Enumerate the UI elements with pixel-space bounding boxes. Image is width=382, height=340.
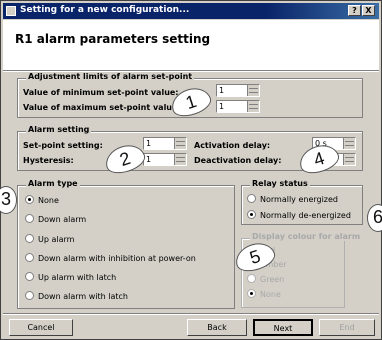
page-title: R1 alarm parameters setting [15,32,211,46]
end-button: End [319,319,375,336]
hysteresis-value: 1 [146,155,152,164]
callout-3: 3 [0,186,17,214]
spin-arrows-icon[interactable] [247,85,259,96]
min-setpoint-value: 1 [219,86,225,95]
help-button[interactable]: ? [348,5,361,16]
alarm-type-option-down[interactable]: Down alarm [25,214,86,224]
radio-icon[interactable] [25,234,34,243]
hysteresis-label: Hysteresis: [23,156,74,165]
spin-arrows-icon[interactable] [247,101,259,112]
app-icon [6,6,16,16]
alarm-setting-legend: Alarm setting [26,125,92,134]
radio-icon [247,274,256,283]
radio-icon[interactable] [247,194,256,203]
alarm-type-option-up-latch[interactable]: Up alarm with latch [25,272,116,282]
alarm-type-option-none[interactable]: None [25,195,59,205]
hysteresis-spinner[interactable]: 1 [143,153,187,166]
cancel-button[interactable]: Cancel [9,319,73,336]
alarm-type-option-up[interactable]: Up alarm [25,234,74,244]
relay-option-energized[interactable]: Normally energized [247,194,338,204]
setpoint-spinner[interactable]: 1 [143,137,187,150]
alarm-type-group: Alarm type None Down alarm Up alarm Down… [17,179,235,309]
radio-selected-icon[interactable] [25,195,34,204]
back-button[interactable]: Back [187,319,247,336]
next-button[interactable]: Next [253,319,313,336]
alarm-type-option-down-latch[interactable]: Down alarm with latch [25,291,128,301]
max-setpoint-spinner[interactable]: 1 [216,100,260,113]
relay-option-de-energized[interactable]: Normally de-energized [247,210,351,220]
min-setpoint-spinner[interactable]: 1 [216,84,260,97]
colour-option-green: Green [247,274,284,284]
spin-arrows-icon[interactable] [343,138,355,149]
min-setpoint-label: Value of minimum set-point value: [23,88,179,97]
activation-delay-label: Activation delay: [194,141,271,150]
window-title: Setting for a new configuration... [20,5,190,15]
alarm-type-option-down-inhibition[interactable]: Down alarm with inhibition at power-on [25,253,196,263]
radio-icon[interactable] [25,253,34,262]
close-button[interactable]: X [362,5,375,16]
max-setpoint-value: 1 [219,102,225,111]
radio-selected-icon[interactable] [247,210,256,219]
title-bar: Setting for a new configuration... ? X [3,3,379,19]
header-panel: R1 alarm parameters setting Fig. 3 [3,20,379,70]
colour-option-none: None [247,289,281,299]
adjustment-limits-legend: Adjustment limits of alarm set-point [26,72,195,81]
display-colour-legend: Display colour for alarm [250,232,363,241]
max-setpoint-label: Value of maximum set-point value: [23,103,181,112]
radio-icon[interactable] [25,214,34,223]
dialog-window: Setting for a new configuration... ? X R… [0,0,382,340]
setpoint-label: Set-point setting: [23,141,103,150]
spin-arrows-icon[interactable] [174,154,186,165]
alarm-type-legend: Alarm type [26,179,80,188]
footer-divider [3,313,379,315]
spin-arrows-icon[interactable] [174,138,186,149]
figure-label: Fig. 3 [315,38,365,59]
relay-status-group: Relay status Normally energized Normally… [241,179,363,225]
spin-arrows-icon[interactable] [343,154,355,165]
setpoint-value: 1 [146,139,152,148]
relay-status-legend: Relay status [250,179,310,188]
radio-icon[interactable] [25,272,34,281]
radio-icon[interactable] [25,291,34,300]
deactivation-delay-label: Deactivation delay: [194,156,282,165]
callout-6: 6 [367,204,382,232]
radio-selected-icon [247,289,256,298]
